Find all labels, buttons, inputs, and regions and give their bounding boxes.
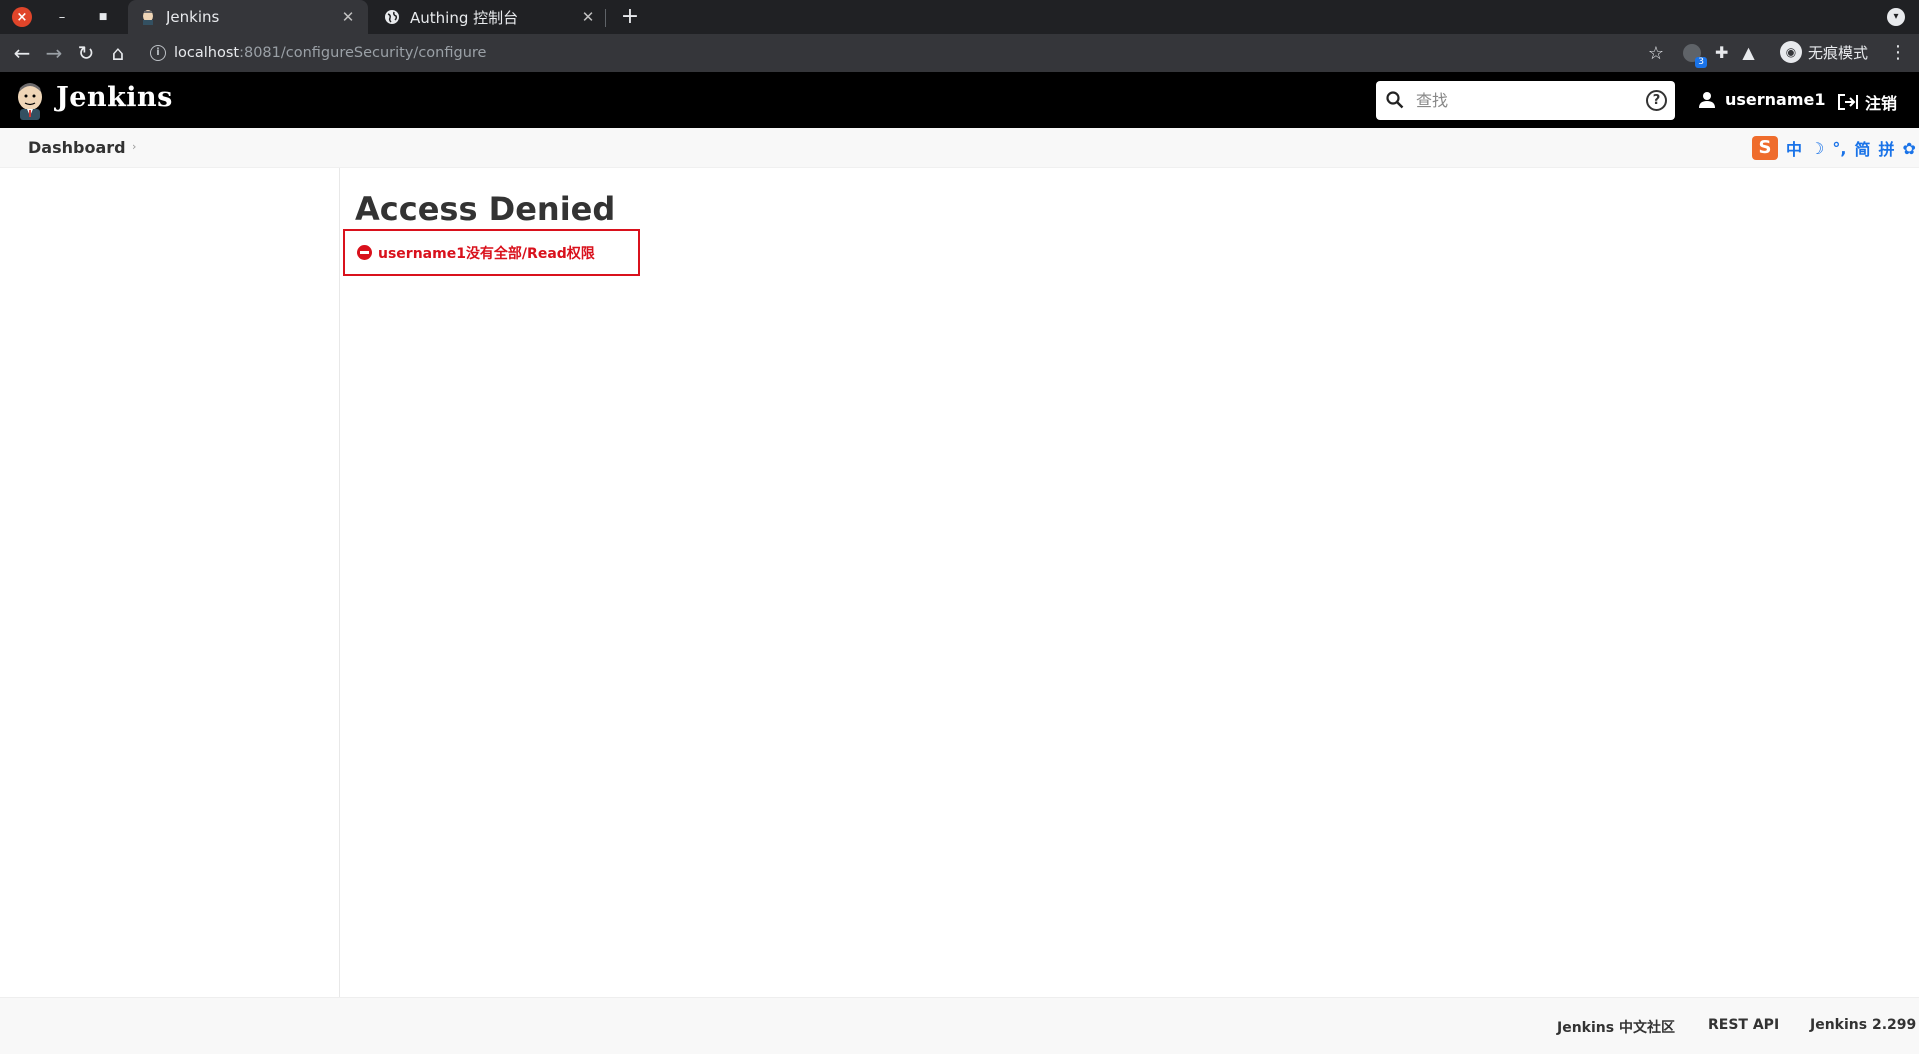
page-footer: Jenkins 中文社区 REST API Jenkins 2.299 (0, 997, 1919, 1054)
window-minimize-button[interactable]: – (52, 7, 72, 27)
extension-badge: 3 (1695, 56, 1707, 68)
new-tab-button[interactable]: + (618, 4, 642, 30)
window-close-button[interactable]: × (12, 7, 32, 27)
incognito-label: 无痕模式 (1808, 43, 1869, 62)
jenkins-favicon-icon (140, 9, 156, 25)
reload-icon[interactable]: ↻ (74, 41, 98, 65)
tab-title: Jenkins (166, 8, 220, 26)
search-box: ? (1376, 81, 1675, 120)
url-host: localhost (174, 45, 240, 61)
search-input[interactable] (1416, 87, 1636, 113)
bookmark-star-icon[interactable]: ☆ (1648, 43, 1664, 64)
jenkins-header: Jenkins ? username1 注销 (0, 72, 1919, 128)
ime-pinyin-mode[interactable]: 拼 (1878, 136, 1894, 160)
extensions-area: 3 ✚ ▲ (1683, 43, 1755, 68)
tab-close-icon[interactable]: ✕ (578, 8, 598, 26)
main-panel: Access Denied username1没有全部/Read权限 (341, 168, 1919, 997)
back-arrow-icon[interactable]: ← (10, 41, 34, 65)
logout-label: 注销 (1865, 94, 1898, 113)
incognito-icon: ◉ (1780, 41, 1802, 63)
breadcrumb: Dashboard › S 中 ☽ °, 简 拼 ✿ (0, 128, 1919, 168)
tab-separator (605, 9, 606, 27)
tab-authing[interactable]: Authing 控制台 ✕ (372, 0, 608, 34)
extension-icon[interactable]: 3 (1683, 43, 1707, 68)
puzzle-icon[interactable]: ✚ (1715, 43, 1728, 62)
address-bar[interactable]: i localhost :8081/configureSecurity/conf… (140, 37, 1664, 69)
footer-rest-api-link[interactable]: REST API (1708, 1017, 1779, 1033)
forward-arrow-icon[interactable]: → (42, 41, 66, 65)
ime-settings-icon[interactable]: ✿ (1902, 139, 1915, 158)
ime-punctuation-icon[interactable]: °, (1832, 139, 1846, 158)
browser-tab-bar: × – ■ Jenkins ✕ Authing 控制台 ✕ + ▾ (0, 0, 1919, 34)
jenkins-title[interactable]: Jenkins (56, 82, 173, 113)
side-panel (0, 168, 340, 997)
ime-chinese-mode[interactable]: 中 (1786, 136, 1802, 160)
window-maximize-button[interactable]: ■ (93, 7, 113, 27)
help-icon[interactable]: ? (1646, 90, 1667, 111)
error-message: username1没有全部/Read权限 (378, 246, 595, 262)
ime-simplified-mode[interactable]: 简 (1854, 136, 1870, 160)
user-link[interactable]: username1 (1698, 90, 1826, 109)
footer-version-link[interactable]: Jenkins 2.299 (1810, 1017, 1916, 1033)
ime-toolbar: S 中 ☽ °, 简 拼 ✿ (1752, 136, 1916, 160)
search-icon (1386, 91, 1404, 109)
site-info-icon[interactable]: i (150, 45, 166, 61)
home-icon[interactable]: ⌂ (106, 41, 130, 65)
tab-title: Authing 控制台 (410, 8, 519, 27)
chevron-right-icon[interactable]: › (132, 140, 136, 153)
ime-moon-icon[interactable]: ☽ (1810, 139, 1824, 158)
breadcrumb-dashboard[interactable]: Dashboard (28, 138, 126, 157)
footer-community-link[interactable]: Jenkins 中文社区 (1557, 1017, 1675, 1037)
error-icon (357, 245, 372, 260)
jenkins-logo-icon[interactable] (14, 82, 46, 120)
logout-icon (1838, 94, 1858, 110)
tab-jenkins[interactable]: Jenkins ✕ (128, 0, 368, 34)
incognito-indicator[interactable]: ◉ 无痕模式 (1780, 41, 1868, 63)
page-title: Access Denied (355, 190, 616, 228)
username-label: username1 (1725, 90, 1826, 109)
flask-icon[interactable]: ▲ (1742, 43, 1754, 62)
sogou-logo-icon[interactable]: S (1752, 136, 1778, 160)
tab-search-icon[interactable]: ▾ (1887, 8, 1905, 26)
user-icon (1699, 91, 1715, 108)
tab-close-icon[interactable]: ✕ (338, 8, 358, 26)
logout-link[interactable]: 注销 (1837, 90, 1897, 114)
url-path: :8081/configureSecurity/configure (239, 45, 487, 61)
browser-menu-icon[interactable]: ⋮ (1889, 42, 1907, 63)
error-message-box: username1没有全部/Read权限 (343, 229, 640, 276)
globe-icon (384, 9, 400, 25)
browser-toolbar: ← → ↻ ⌂ i localhost :8081/configureSecur… (0, 34, 1919, 72)
